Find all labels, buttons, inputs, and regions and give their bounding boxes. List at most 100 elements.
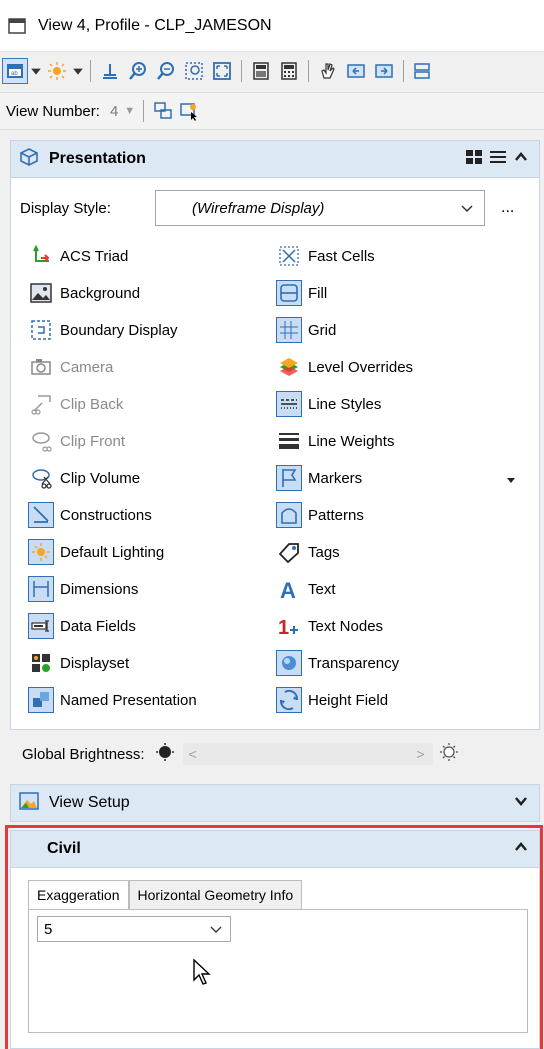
chevron-right-icon[interactable]: >	[416, 746, 424, 762]
item-level-overrides[interactable]: Level Overrides	[276, 349, 413, 385]
copy-view-settings-icon[interactable]	[150, 98, 176, 124]
svg-text:1: 1	[278, 617, 289, 638]
global-brightness-label: Global Brightness:	[22, 745, 145, 763]
item-clip-front[interactable]: Clip Front	[28, 423, 125, 459]
dropdown-caret-icon[interactable]	[72, 58, 84, 84]
item-line-weights[interactable]: Line Weights	[276, 423, 394, 459]
window-area-icon[interactable]	[181, 58, 207, 84]
svg-text:A: A	[280, 578, 296, 601]
item-clip-back[interactable]: Clip Back	[28, 386, 123, 422]
expand-icon[interactable]	[513, 793, 529, 813]
item-displayset[interactable]: Displayset	[28, 645, 129, 681]
clip-front-icon	[28, 428, 54, 454]
copy-view-icon[interactable]	[343, 58, 369, 84]
tags-icon	[276, 539, 302, 565]
named-presentation-icon	[28, 687, 54, 713]
toolbar-separator	[308, 60, 309, 82]
fast-cells-icon	[276, 243, 302, 269]
chevron-left-icon[interactable]: <	[189, 746, 197, 762]
more-icon[interactable]	[410, 58, 436, 84]
view-next-icon[interactable]	[276, 58, 302, 84]
height-field-icon	[276, 687, 302, 713]
line-weights-icon	[276, 428, 302, 454]
item-tags[interactable]: Tags	[276, 534, 340, 570]
lighting-icon[interactable]	[44, 58, 70, 84]
item-height-field[interactable]: Height Field	[276, 682, 388, 718]
text-icon: A	[276, 576, 302, 602]
item-default-lighting[interactable]: Default Lighting	[28, 534, 164, 570]
clip-volume-icon	[28, 465, 54, 491]
toolbar-separator	[241, 60, 242, 82]
view-setup-title: View Setup	[49, 794, 130, 811]
item-acs-triad[interactable]: ACS Triad	[28, 238, 128, 274]
item-camera[interactable]: Camera	[28, 349, 113, 385]
new-view-icon[interactable]	[176, 98, 202, 124]
markers-icon	[276, 465, 302, 491]
display-style-more-button[interactable]: ...	[501, 199, 514, 217]
item-boundary-display[interactable]: Boundary Display	[28, 312, 178, 348]
zoom-in-icon[interactable]	[125, 58, 151, 84]
dropdown-caret-icon[interactable]	[30, 58, 42, 84]
display-style-label: Display Style:	[20, 199, 111, 217]
view-attributes-icon[interactable]: ab	[2, 58, 28, 84]
item-fast-cells[interactable]: Fast Cells	[276, 238, 375, 274]
collapse-icon[interactable]	[513, 149, 529, 169]
toolbar-separator	[403, 60, 404, 82]
item-background[interactable]: Background	[28, 275, 140, 311]
display-style-select[interactable]: (Wireframe Display)	[155, 190, 485, 226]
camera-icon	[28, 354, 54, 380]
item-markers[interactable]: Markers	[276, 460, 362, 496]
camera-icon[interactable]	[97, 58, 123, 84]
constructions-icon	[28, 502, 54, 528]
presentation-title: Presentation	[49, 150, 146, 167]
item-text-nodes[interactable]: 1 Text Nodes	[276, 608, 383, 644]
clip-back-icon	[28, 391, 54, 417]
svg-text:ab: ab	[11, 71, 18, 77]
item-transparency[interactable]: Transparency	[276, 645, 399, 681]
window-title: View 4, Profile - CLP_JAMESON	[38, 16, 272, 34]
toolbar-separator	[90, 60, 91, 82]
acs-triad-icon	[28, 243, 54, 269]
item-line-styles[interactable]: Line Styles	[276, 386, 381, 422]
item-grid[interactable]: Grid	[276, 312, 336, 348]
line-styles-icon	[276, 391, 302, 417]
zoom-out-icon[interactable]	[153, 58, 179, 84]
view-number-bar: View Number: 4 ▼	[0, 92, 544, 130]
item-constructions[interactable]: Constructions	[28, 497, 152, 533]
view-toolbar: ab	[0, 54, 544, 88]
presentation-panel-header[interactable]: Presentation	[10, 140, 540, 178]
chevron-down-icon[interactable]: ▼	[124, 105, 135, 117]
fit-view-icon[interactable]	[209, 58, 235, 84]
item-clip-volume[interactable]: Clip Volume	[28, 460, 140, 496]
item-fill[interactable]: Fill	[276, 275, 327, 311]
view-previous-icon[interactable]	[248, 58, 274, 84]
displayset-icon	[28, 650, 54, 676]
item-data-fields[interactable]: Data Fields	[28, 608, 136, 644]
pan-view-icon[interactable]	[315, 58, 341, 84]
dark-sun-icon	[155, 742, 175, 766]
icon-view-icon[interactable]	[465, 148, 483, 170]
light-sun-icon	[439, 742, 459, 766]
item-text[interactable]: A Text	[276, 571, 336, 607]
item-named-presentation[interactable]: Named Presentation	[28, 682, 197, 718]
display-style-row: Display Style: (Wireframe Display) ...	[20, 188, 540, 228]
text-nodes-icon: 1	[276, 613, 302, 639]
list-view-icon[interactable]	[489, 148, 507, 170]
update-view-icon[interactable]	[371, 58, 397, 84]
background-icon	[28, 280, 54, 306]
level-overrides-icon	[276, 354, 302, 380]
item-dimensions[interactable]: Dimensions	[28, 571, 138, 607]
display-style-value: (Wireframe Display)	[192, 199, 325, 217]
view-setup-icon	[19, 791, 39, 815]
civil-highlight-frame	[5, 825, 543, 1049]
transparency-icon	[276, 650, 302, 676]
global-brightness-row: Global Brightness: < >	[22, 738, 540, 770]
brightness-slider[interactable]: < >	[182, 743, 433, 765]
separator	[143, 100, 145, 122]
view-window-icon	[8, 17, 26, 35]
view-number-select[interactable]: 4	[110, 103, 118, 120]
markers-dropdown-icon[interactable]	[506, 472, 516, 489]
patterns-icon	[276, 502, 302, 528]
item-patterns[interactable]: Patterns	[276, 497, 364, 533]
view-setup-panel-header[interactable]: View Setup	[10, 784, 540, 822]
